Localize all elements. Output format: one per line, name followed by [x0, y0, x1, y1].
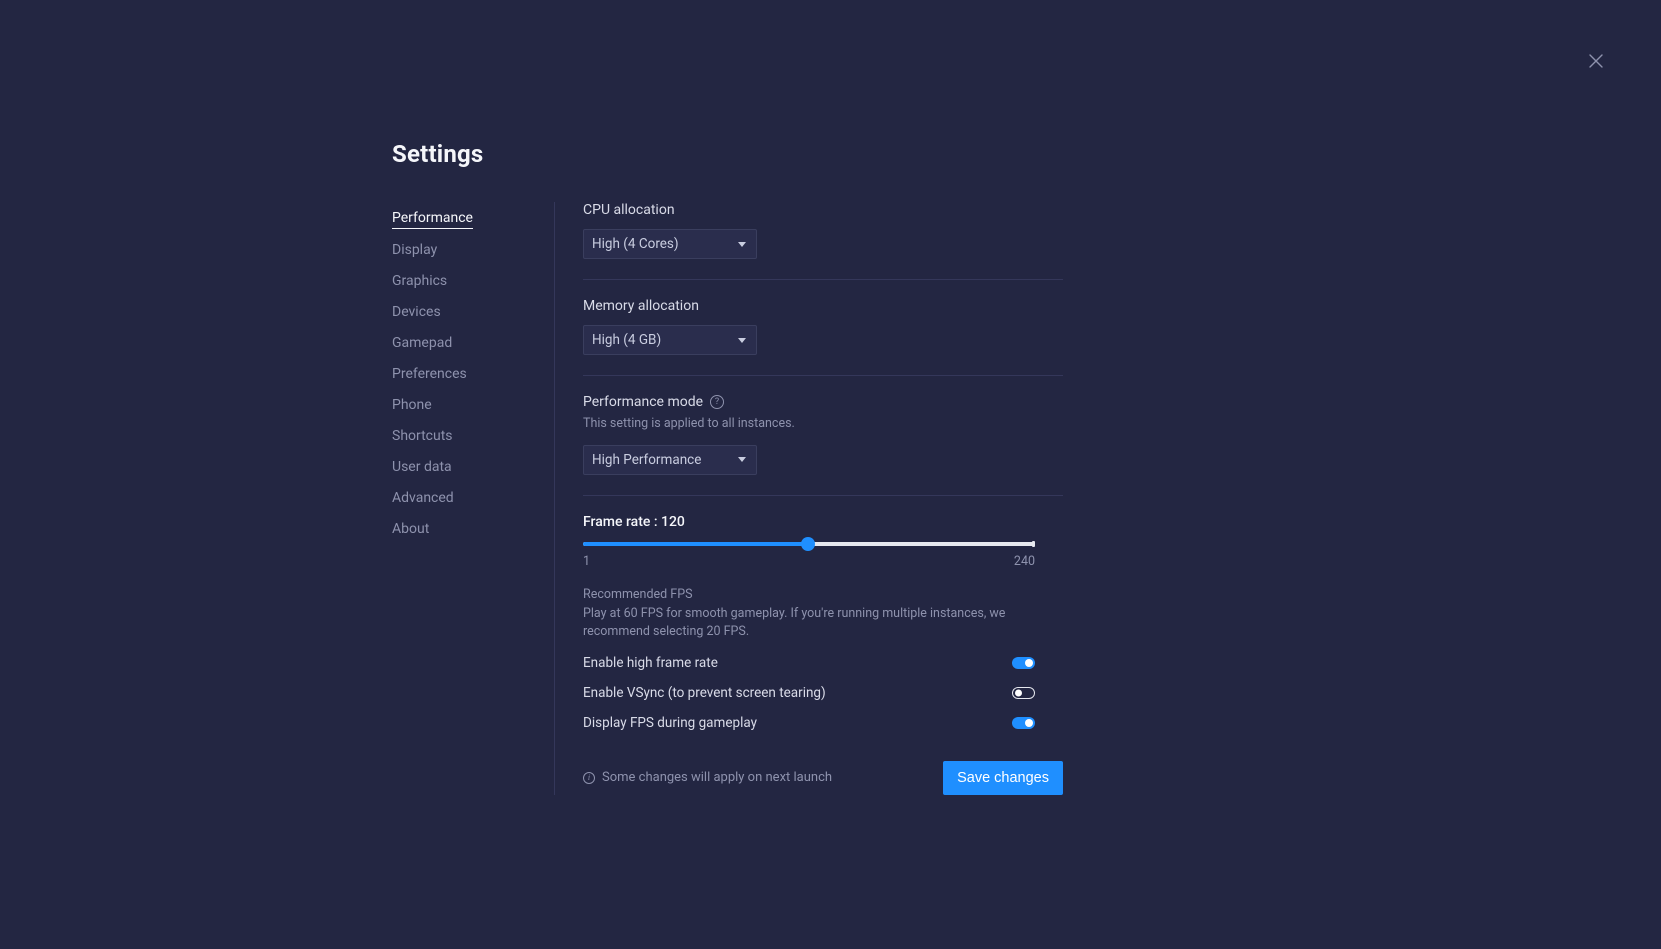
chevron-down-icon: [738, 242, 746, 247]
performance-mode-sublabel: This setting is applied to all instances…: [583, 415, 1063, 433]
recommended-fps-title: Recommended FPS: [583, 587, 1063, 602]
info-icon: i: [583, 772, 595, 784]
settings-content: CPU allocation High (4 Cores) Memory all…: [555, 202, 1063, 795]
sidebar-item-advanced[interactable]: Advanced: [392, 485, 454, 511]
chevron-down-icon: [738, 457, 746, 462]
performance-mode-select[interactable]: High Performance: [583, 445, 757, 475]
recommended-fps-text: Play at 60 FPS for smooth gameplay. If y…: [583, 605, 1035, 641]
memory-allocation-group: Memory allocation High (4 GB): [583, 298, 1063, 376]
frame-rate-max: 240: [1014, 554, 1035, 569]
settings-sidebar: Performance Display Graphics Devices Gamepad…: [392, 202, 554, 547]
settings-panel: Settings Performance Display Graphics Devic…: [0, 0, 1063, 795]
cpu-allocation-group: CPU allocation High (4 Cores): [583, 202, 1063, 280]
enable-vsync-label: Enable VSync (to prevent screen tearing): [583, 685, 826, 701]
close-button[interactable]: [1583, 48, 1609, 74]
display-fps-label: Display FPS during gameplay: [583, 715, 757, 731]
enable-high-frame-rate-toggle[interactable]: [1012, 657, 1035, 669]
settings-footer: i Some changes will apply on next launch…: [583, 761, 1063, 795]
performance-mode-label: Performance mode: [583, 394, 703, 410]
sidebar-item-shortcuts[interactable]: Shortcuts: [392, 423, 453, 449]
sidebar-item-devices[interactable]: Devices: [392, 299, 441, 325]
memory-allocation-select[interactable]: High (4 GB): [583, 325, 757, 355]
frame-rate-label: Frame rate : 120: [583, 514, 1063, 530]
sidebar-item-graphics[interactable]: Graphics: [392, 268, 447, 294]
cpu-allocation-label: CPU allocation: [583, 202, 675, 218]
close-icon: [1589, 54, 1603, 68]
cpu-allocation-select[interactable]: High (4 Cores): [583, 229, 757, 259]
frame-rate-slider[interactable]: [583, 542, 1035, 546]
enable-high-frame-rate-label: Enable high frame rate: [583, 655, 718, 671]
slider-thumb[interactable]: [801, 537, 815, 551]
frame-rate-min: 1: [583, 554, 590, 569]
performance-mode-value: High Performance: [592, 452, 701, 468]
sidebar-item-about[interactable]: About: [392, 516, 429, 542]
page-title: Settings: [392, 140, 1063, 168]
display-fps-toggle[interactable]: [1012, 717, 1035, 729]
chevron-down-icon: [738, 338, 746, 343]
enable-vsync-toggle[interactable]: [1012, 687, 1035, 699]
performance-mode-group: Performance mode ? This setting is appli…: [583, 394, 1063, 496]
sidebar-item-performance[interactable]: Performance: [392, 205, 473, 229]
sidebar-item-phone[interactable]: Phone: [392, 392, 432, 418]
sidebar-item-display[interactable]: Display: [392, 237, 437, 263]
memory-allocation-value: High (4 GB): [592, 332, 661, 348]
frame-rate-group: Frame rate : 120 1 240 Recommended FPS P…: [583, 514, 1063, 731]
cpu-allocation-value: High (4 Cores): [592, 236, 679, 252]
help-icon[interactable]: ?: [710, 395, 724, 409]
save-changes-button[interactable]: Save changes: [943, 761, 1063, 795]
restart-notice: i Some changes will apply on next launch: [583, 770, 832, 785]
sidebar-item-gamepad[interactable]: Gamepad: [392, 330, 452, 356]
sidebar-item-user-data[interactable]: User data: [392, 454, 452, 480]
memory-allocation-label: Memory allocation: [583, 298, 699, 314]
sidebar-item-preferences[interactable]: Preferences: [392, 361, 467, 387]
